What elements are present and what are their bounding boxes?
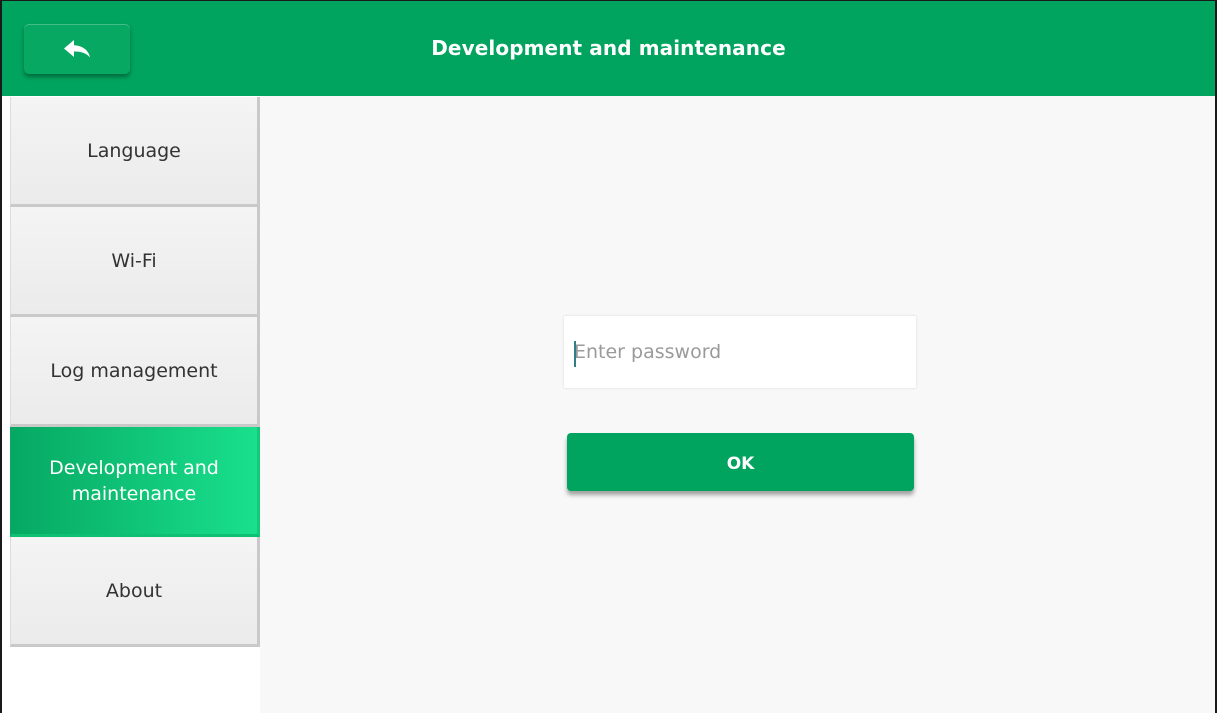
sidebar-item-log-management[interactable]: Log management bbox=[10, 317, 260, 427]
sidebar-item-label: Log management bbox=[50, 359, 218, 382]
sidebar-item-label: Wi-Fi bbox=[111, 249, 157, 272]
text-cursor bbox=[574, 341, 576, 367]
page-title: Development and maintenance bbox=[431, 36, 786, 60]
back-button[interactable] bbox=[24, 24, 130, 74]
content-panel: OK bbox=[260, 96, 1215, 713]
back-arrow-icon bbox=[62, 38, 92, 60]
sidebar-item-about[interactable]: About bbox=[10, 537, 260, 647]
sidebar-item-label: Development and maintenance bbox=[49, 456, 219, 505]
sidebar-item-label: Language bbox=[87, 139, 181, 162]
settings-sidebar: Language Wi-Fi Log management Developmen… bbox=[10, 97, 260, 647]
ok-button[interactable]: OK bbox=[567, 433, 914, 491]
password-field[interactable] bbox=[563, 315, 917, 389]
password-input[interactable] bbox=[564, 316, 916, 388]
header-bar: Development and maintenance bbox=[2, 1, 1215, 96]
sidebar-item-language[interactable]: Language bbox=[10, 97, 260, 207]
sidebar-item-development-and-maintenance[interactable]: Development and maintenance bbox=[10, 427, 260, 537]
sidebar-item-label: About bbox=[105, 579, 163, 602]
sidebar-item-wifi[interactable]: Wi-Fi bbox=[10, 207, 260, 317]
app-window: Development and maintenance Language Wi-… bbox=[0, 0, 1217, 713]
